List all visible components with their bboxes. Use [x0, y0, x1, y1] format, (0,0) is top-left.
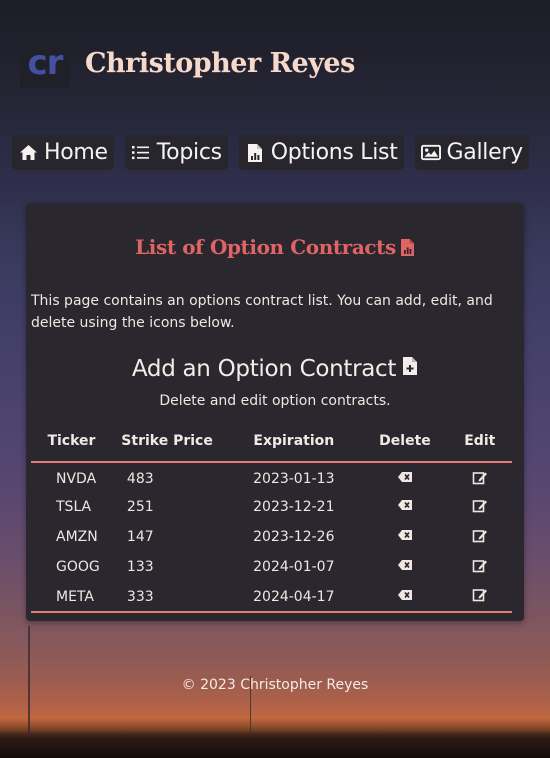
edit-icon[interactable] [472, 471, 488, 489]
cell-edit [448, 552, 512, 582]
options-table: Ticker Strike Price Expiration Delete Ed… [31, 421, 512, 613]
table-header-row: Ticker Strike Price Expiration Delete Ed… [31, 421, 512, 462]
cell-ticker: GOOG [56, 559, 100, 575]
footer-copyright: © 2023 Christopher Reyes [181, 677, 369, 693]
nav-topics[interactable]: Topics [124, 135, 228, 170]
logo-text: cr [27, 43, 64, 83]
table-row: NVDA 483 2023-01-13 [31, 462, 512, 492]
edit-icon[interactable] [472, 499, 488, 517]
nav-gallery[interactable]: Gallery [414, 135, 529, 170]
site-header: cr Christopher Reyes [20, 38, 355, 88]
delete-icon[interactable] [397, 589, 413, 605]
list-icon [131, 143, 151, 163]
cell-expiration: 2023-12-26 [253, 529, 335, 545]
card-title-text: List of Option Contracts [135, 235, 396, 259]
cell-edit [448, 522, 512, 552]
delete-icon[interactable] [397, 471, 413, 487]
delete-icon[interactable] [397, 499, 413, 515]
intro-text: This page contains an options contract l… [31, 293, 493, 331]
nav-topics-label: Topics [156, 140, 222, 165]
file-plus-icon[interactable] [402, 356, 418, 376]
cell-expiration: 2023-12-21 [253, 499, 335, 515]
cell-expiration: 2023-01-13 [253, 471, 335, 487]
nav-gallery-label: Gallery [446, 140, 524, 165]
site-title[interactable]: Christopher Reyes [85, 48, 355, 79]
cell-delete [362, 552, 447, 582]
edit-icon[interactable] [472, 529, 488, 547]
image-icon [420, 143, 441, 163]
add-contract-title-text: Add an Option Contract [131, 356, 397, 382]
options-card: List of Option Contracts This page conta… [26, 203, 524, 621]
nav-home[interactable]: Home [12, 135, 114, 170]
cell-expiration: 2024-04-17 [253, 588, 335, 605]
table-row: AMZN 147 2023-12-26 [31, 522, 512, 552]
edit-icon[interactable] [472, 589, 488, 606]
table-caption: Delete and edit option contracts. [159, 393, 391, 409]
file-chart-icon [245, 143, 265, 163]
cell-edit [448, 462, 512, 492]
col-header-ticker: Ticker [47, 433, 96, 449]
cell-edit [448, 492, 512, 522]
site-logo[interactable]: cr [20, 38, 70, 88]
cell-delete [362, 582, 447, 612]
file-chart-icon [400, 239, 414, 256]
table-row: GOOG 133 2024-01-07 [31, 552, 512, 582]
col-header-strike: Strike Price [121, 433, 213, 449]
nav-home-label: Home [44, 140, 108, 165]
delete-icon[interactable] [397, 559, 413, 575]
card-title: List of Option Contracts [26, 235, 524, 259]
cell-strike: 251 [126, 499, 154, 515]
col-header-delete: Delete [379, 433, 431, 449]
home-icon [18, 143, 38, 163]
cell-expiration: 2024-01-07 [253, 559, 335, 575]
cell-edit [448, 582, 512, 612]
col-header-edit: Edit [464, 433, 496, 449]
table-row: TSLA 251 2023-12-21 [31, 492, 512, 522]
cell-ticker: TSLA [56, 499, 92, 515]
table-row: META 333 2024-04-17 [31, 582, 512, 612]
cell-delete [362, 522, 447, 552]
cell-strike: 133 [126, 559, 154, 575]
cell-ticker: AMZN [56, 529, 98, 545]
add-contract-title: Add an Option Contract [26, 356, 524, 382]
cell-ticker: NVDA [56, 471, 97, 487]
cell-strike: 147 [126, 529, 154, 545]
cell-ticker: META [56, 588, 94, 605]
cell-strike: 483 [126, 471, 154, 487]
nav-options-list-label: Options List [270, 140, 398, 165]
nav-options-list[interactable]: Options List [238, 135, 404, 170]
cell-strike: 333 [126, 588, 154, 605]
cell-delete [362, 492, 447, 522]
delete-icon[interactable] [397, 529, 413, 545]
cell-delete [362, 462, 447, 492]
main-nav: Home Topics Options List Gallery [12, 135, 542, 170]
edit-icon[interactable] [472, 559, 488, 577]
col-header-expiration: Expiration [253, 433, 335, 449]
background-horizon [0, 718, 550, 758]
